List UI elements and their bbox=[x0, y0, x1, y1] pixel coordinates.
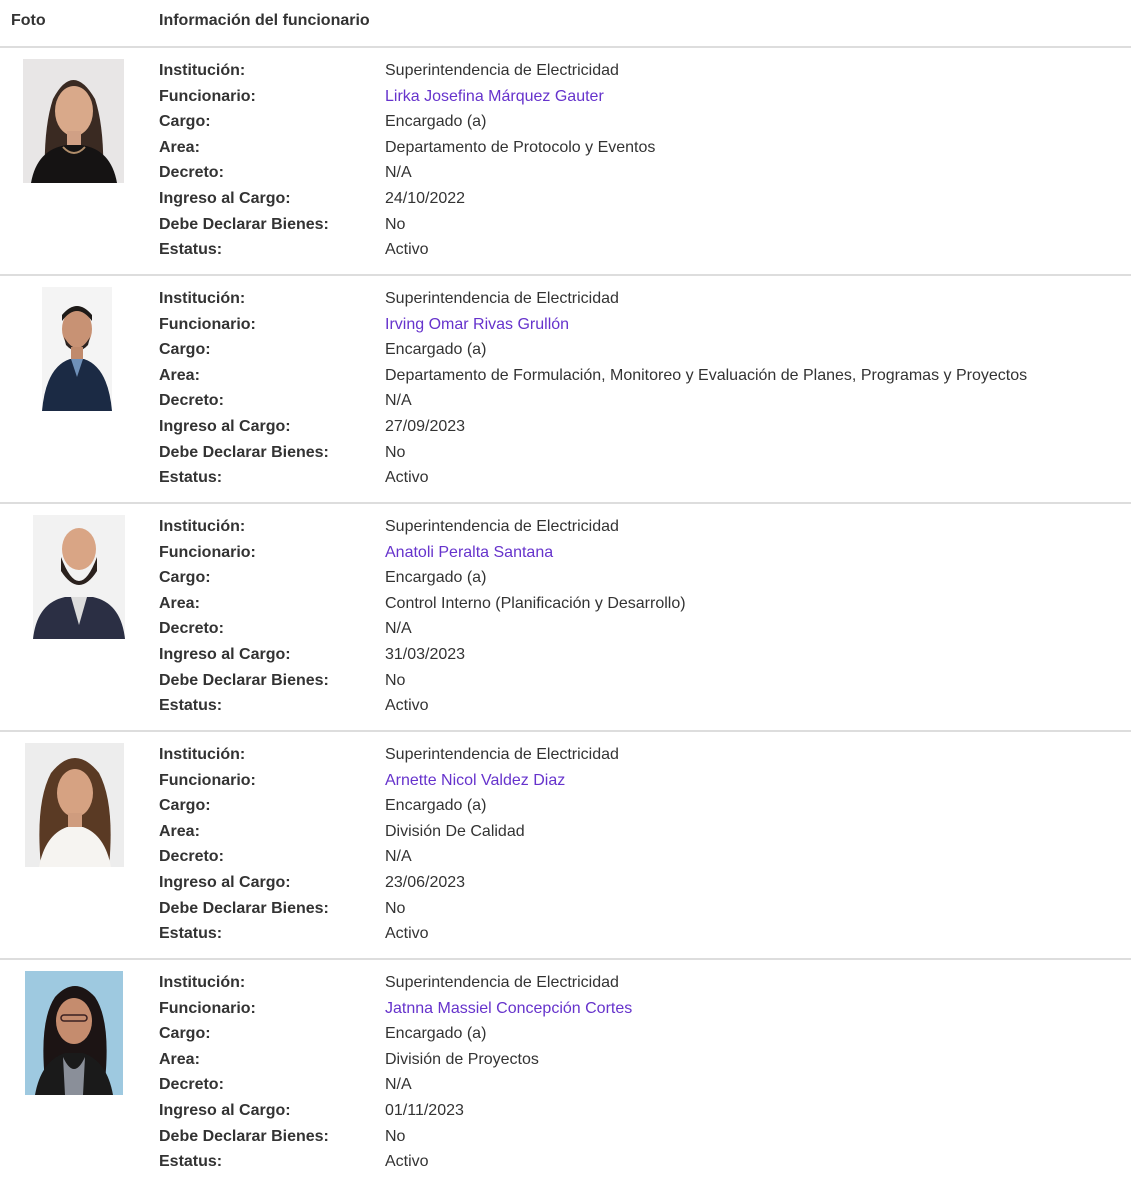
label-estatus: Estatus: bbox=[159, 697, 223, 715]
label-declarar: Debe Declarar Bienes: bbox=[159, 899, 329, 917]
official-info: Institución: Superintendencia de Electric… bbox=[159, 61, 1119, 266]
label-institucion: Institución: bbox=[159, 290, 246, 307]
label-declarar: Debe Declarar Bienes: bbox=[159, 443, 329, 461]
value-declarar: No bbox=[385, 1127, 406, 1145]
label-cargo: Cargo: bbox=[159, 569, 211, 587]
value-cargo: Encargado (a) bbox=[385, 797, 487, 815]
official-photo bbox=[33, 515, 125, 639]
value-estatus: Activo bbox=[385, 925, 429, 943]
value-institucion: Superintendencia de Electricidad bbox=[385, 62, 619, 79]
value-decreto: N/A bbox=[385, 164, 412, 182]
label-funcionario: Funcionario: bbox=[159, 315, 256, 333]
label-institucion: Institución: bbox=[159, 974, 246, 991]
value-area: Departamento de Formulación, Monitoreo y… bbox=[385, 366, 1028, 384]
value-area: Departamento de Protocolo y Eventos bbox=[385, 138, 656, 156]
label-estatus: Estatus: bbox=[159, 469, 223, 487]
table-header: Foto Información del funcionario bbox=[0, 0, 1131, 48]
value-institucion: Superintendencia de Electricidad bbox=[385, 974, 619, 991]
label-institucion: Institución: bbox=[159, 518, 246, 535]
value-estatus: Activo bbox=[385, 241, 429, 259]
value-decreto: N/A bbox=[385, 1076, 412, 1094]
value-estatus: Activo bbox=[385, 469, 429, 487]
label-declarar: Debe Declarar Bienes: bbox=[159, 1127, 329, 1145]
label-cargo: Cargo: bbox=[159, 1025, 211, 1043]
label-funcionario: Funcionario: bbox=[159, 87, 256, 105]
label-funcionario: Funcionario: bbox=[159, 999, 256, 1017]
label-funcionario: Funcionario: bbox=[159, 771, 256, 789]
label-decreto: Decreto: bbox=[159, 164, 224, 182]
official-photo bbox=[25, 971, 123, 1095]
label-cargo: Cargo: bbox=[159, 113, 211, 131]
table-row: Institución: Superintendencia de Electric… bbox=[0, 960, 1131, 1186]
value-estatus: Activo bbox=[385, 1153, 429, 1171]
value-decreto: N/A bbox=[385, 392, 412, 410]
value-cargo: Encargado (a) bbox=[385, 113, 487, 131]
official-name-link[interactable]: Irving Omar Rivas Grullón bbox=[385, 315, 569, 335]
label-ingreso: Ingreso al Cargo: bbox=[159, 1101, 291, 1119]
label-area: Area: bbox=[159, 822, 200, 840]
value-estatus: Activo bbox=[385, 697, 429, 715]
header-info: Información del funcionario bbox=[159, 12, 370, 29]
value-cargo: Encargado (a) bbox=[385, 569, 487, 587]
value-decreto: N/A bbox=[385, 620, 412, 638]
official-photo bbox=[42, 287, 112, 411]
official-name-link[interactable]: Anatoli Peralta Santana bbox=[385, 543, 553, 563]
label-cargo: Cargo: bbox=[159, 341, 211, 359]
official-info: Institución: Superintendencia de Electric… bbox=[159, 289, 1119, 494]
value-cargo: Encargado (a) bbox=[385, 1025, 487, 1043]
label-decreto: Decreto: bbox=[159, 620, 224, 638]
label-funcionario: Funcionario: bbox=[159, 543, 256, 561]
table-row: Institución: Superintendencia de Electric… bbox=[0, 48, 1131, 276]
value-institucion: Superintendencia de Electricidad bbox=[385, 290, 619, 307]
label-institucion: Institución: bbox=[159, 746, 246, 763]
value-area: Control Interno (Planificación y Desarro… bbox=[385, 594, 686, 612]
value-ingreso: 27/09/2023 bbox=[385, 417, 466, 435]
table-row: Institución: Superintendencia de Electric… bbox=[0, 504, 1131, 732]
official-info: Institución: Superintendencia de Electric… bbox=[159, 973, 1119, 1178]
official-name-link[interactable]: Arnette Nicol Valdez Diaz bbox=[385, 771, 565, 791]
official-info: Institución: Superintendencia de Electric… bbox=[159, 517, 1119, 722]
value-area: División de Proyectos bbox=[385, 1050, 539, 1068]
official-photo bbox=[25, 743, 124, 867]
official-photo bbox=[23, 59, 124, 183]
label-area: Area: bbox=[159, 138, 200, 156]
value-ingreso: 31/03/2023 bbox=[385, 645, 466, 663]
label-decreto: Decreto: bbox=[159, 848, 224, 866]
value-declarar: No bbox=[385, 899, 406, 917]
value-decreto: N/A bbox=[385, 848, 412, 866]
label-decreto: Decreto: bbox=[159, 392, 224, 410]
label-declarar: Debe Declarar Bienes: bbox=[159, 671, 329, 689]
value-institucion: Superintendencia de Electricidad bbox=[385, 746, 619, 763]
official-name-link[interactable]: Lirka Josefina Márquez Gauter bbox=[385, 87, 604, 107]
label-ingreso: Ingreso al Cargo: bbox=[159, 645, 291, 663]
label-area: Area: bbox=[159, 1050, 200, 1068]
value-area: División De Calidad bbox=[385, 822, 525, 840]
table-row: Institución: Superintendencia de Electric… bbox=[0, 276, 1131, 504]
label-decreto: Decreto: bbox=[159, 1076, 224, 1094]
label-estatus: Estatus: bbox=[159, 241, 223, 259]
label-estatus: Estatus: bbox=[159, 1153, 223, 1171]
label-declarar: Debe Declarar Bienes: bbox=[159, 215, 329, 233]
table-row: Institución: Superintendencia de Electric… bbox=[0, 732, 1131, 960]
value-ingreso: 23/06/2023 bbox=[385, 873, 466, 891]
label-area: Area: bbox=[159, 594, 200, 612]
label-cargo: Cargo: bbox=[159, 797, 211, 815]
value-cargo: Encargado (a) bbox=[385, 341, 487, 359]
official-info: Institución: Superintendencia de Electric… bbox=[159, 745, 1119, 950]
value-ingreso: 24/10/2022 bbox=[385, 189, 466, 207]
label-ingreso: Ingreso al Cargo: bbox=[159, 189, 291, 207]
header-foto: Foto bbox=[11, 12, 46, 29]
label-estatus: Estatus: bbox=[159, 925, 223, 943]
label-ingreso: Ingreso al Cargo: bbox=[159, 873, 291, 891]
value-declarar: No bbox=[385, 443, 406, 461]
value-declarar: No bbox=[385, 215, 406, 233]
label-ingreso: Ingreso al Cargo: bbox=[159, 417, 291, 435]
officials-table: Foto Información del funcionario Institu… bbox=[0, 0, 1131, 1186]
official-name-link[interactable]: Jatnna Massiel Concepción Cortes bbox=[385, 999, 632, 1019]
value-institucion: Superintendencia de Electricidad bbox=[385, 518, 619, 535]
label-area: Area: bbox=[159, 366, 200, 384]
label-institucion: Institución: bbox=[159, 62, 246, 79]
value-ingreso: 01/11/2023 bbox=[385, 1101, 464, 1119]
value-declarar: No bbox=[385, 671, 406, 689]
